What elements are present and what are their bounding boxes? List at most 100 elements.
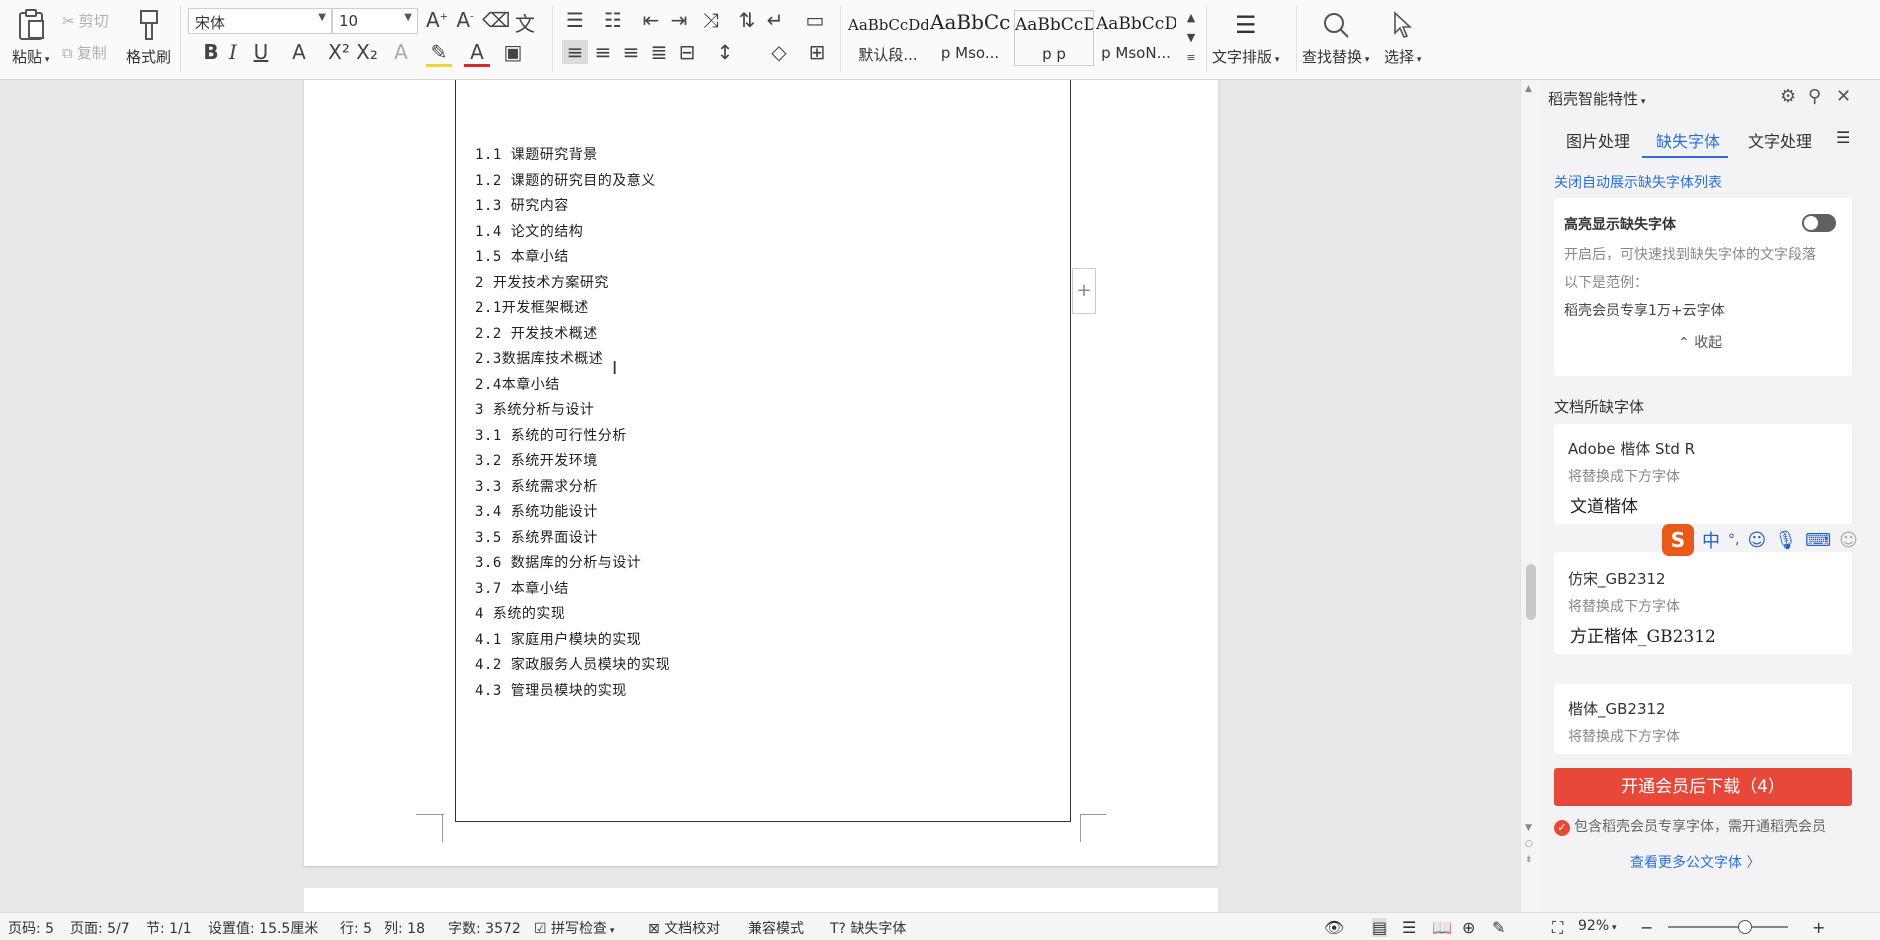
- toc-entry[interactable]: 3.7 本章小结: [475, 578, 569, 598]
- toc-entry[interactable]: 3 系统分析与设计: [475, 399, 594, 419]
- justify-icon[interactable]: ≣: [646, 40, 672, 64]
- style-scroll-icon[interactable]: ▲ ▼ ≡: [1178, 8, 1204, 68]
- outdent-icon[interactable]: ⇤: [638, 8, 664, 32]
- web-view-icon[interactable]: ⊕: [1462, 918, 1475, 937]
- user-icon[interactable]: ☺: [1839, 530, 1858, 551]
- row[interactable]: 行: 5: [340, 918, 372, 938]
- font-size-select[interactable]: 10 ▼: [332, 8, 418, 34]
- zoom-out-icon[interactable]: −: [1640, 918, 1653, 937]
- toc-entry[interactable]: 1.1 课题研究背景: [475, 144, 598, 164]
- indent-icon[interactable]: ⇥: [666, 8, 692, 32]
- toc-entry[interactable]: 2.1开发框架概述: [475, 297, 589, 317]
- settings-icon[interactable]: ⚙: [1780, 86, 1796, 107]
- zoom-slider-track[interactable]: [1668, 926, 1788, 928]
- page-count[interactable]: 页面: 5/7: [70, 918, 130, 938]
- scrollbar-thumb[interactable]: [1526, 564, 1536, 620]
- toc-entry[interactable]: 3.4 系统功能设计: [475, 501, 598, 521]
- add-paragraph-button[interactable]: +: [1072, 268, 1096, 314]
- outline-view-icon[interactable]: ☰: [1402, 918, 1416, 937]
- more-fonts-link[interactable]: 查看更多公文字体 〉: [1630, 852, 1760, 872]
- style-p[interactable]: AaBbCcDd p p: [1014, 10, 1094, 66]
- distribute-icon[interactable]: ⊟: [674, 40, 700, 64]
- toc-entry[interactable]: 2.4本章小结: [475, 374, 560, 394]
- document-page[interactable]: 1.1 课题研究背景 1.2 课题的研究目的及意义 1.3 研究内容 1.4 论文的结…: [304, 80, 1218, 866]
- ime-toolbar[interactable]: S 中 °, ☺ 🎙 ⌨ ☺: [1662, 522, 1880, 558]
- superscript-icon[interactable]: X²: [326, 40, 352, 64]
- numbered-list-icon[interactable]: ☷: [600, 8, 626, 32]
- eye-protection-icon[interactable]: 👁: [1324, 918, 1344, 937]
- text-layout-button[interactable]: ☰ 文字排版 ▾: [1212, 8, 1279, 67]
- align-right-icon[interactable]: ≡: [618, 40, 644, 64]
- font-card[interactable]: Adobe 楷体 Std R 将替换成下方字体 文道楷体: [1554, 424, 1852, 524]
- download-member-button[interactable]: 开通会员后下载（4）: [1554, 768, 1852, 806]
- read-view-icon[interactable]: 📖: [1432, 918, 1452, 937]
- toc-entry[interactable]: 3.2 系统开发环境: [475, 450, 598, 470]
- page-number[interactable]: 页码: 5: [8, 918, 54, 938]
- toc-entry[interactable]: 1.4 论文的结构: [475, 221, 583, 241]
- fit-page-icon[interactable]: ⛶: [1552, 918, 1563, 938]
- ruler-icon[interactable]: ▭: [802, 8, 828, 32]
- toc-entry[interactable]: 1.3 研究内容: [475, 195, 569, 215]
- style-msonormal[interactable]: AaBbCcDd p MsoN...: [1096, 10, 1176, 66]
- collapse-button[interactable]: ⌃ 收起: [1678, 332, 1722, 352]
- toc-entry[interactable]: 4.1 家庭用户模块的实现: [475, 629, 641, 649]
- close-auto-show-link[interactable]: 关闭自动展示缺失字体列表: [1554, 172, 1722, 192]
- toc-entry[interactable]: 2.3数据库技术概述: [475, 348, 603, 368]
- shading-icon[interactable]: ◇: [766, 40, 792, 64]
- underline-icon[interactable]: U: [248, 40, 274, 64]
- menu-icon[interactable]: ☰: [1836, 128, 1850, 147]
- select-button[interactable]: 选择 ▾: [1384, 8, 1421, 67]
- clear-format-icon[interactable]: ⌫: [482, 8, 510, 32]
- document-area[interactable]: 1.1 课题研究背景 1.2 课题的研究目的及意义 1.3 研究内容 1.4 论文的结…: [0, 80, 1520, 912]
- toc-entry[interactable]: 3.3 系统需求分析: [475, 476, 598, 496]
- align-center-icon[interactable]: ≡: [590, 40, 616, 64]
- zoom-slider-knob[interactable]: [1738, 920, 1752, 934]
- write-mode-icon[interactable]: ✎: [1492, 918, 1505, 937]
- borders-icon[interactable]: ⊞: [804, 40, 830, 64]
- italic-icon[interactable]: I: [220, 40, 246, 64]
- toc-entry[interactable]: 2 开发技术方案研究: [475, 272, 609, 292]
- toc-entry[interactable]: 4 系统的实现: [475, 603, 565, 623]
- microphone-icon[interactable]: 🎙: [1774, 530, 1797, 551]
- keyboard-icon[interactable]: ⌨: [1805, 530, 1831, 551]
- emoji-icon[interactable]: ☺: [1747, 530, 1766, 551]
- toc-entry[interactable]: 3.1 系统的可行性分析: [475, 425, 627, 445]
- missing-font-button[interactable]: T? 缺失字体: [830, 918, 906, 938]
- ime-mode-chinese[interactable]: 中: [1702, 527, 1720, 553]
- show-marks-icon[interactable]: ↵: [762, 8, 788, 32]
- doc-proof-button[interactable]: ⊠ 文档校对: [648, 918, 720, 938]
- highlight-icon[interactable]: ✎: [426, 40, 452, 67]
- zoom-level[interactable]: 92% ▾: [1578, 918, 1617, 934]
- toc-entry[interactable]: 1.2 课题的研究目的及意义: [475, 170, 656, 190]
- tab-text-processing[interactable]: 文字处理: [1748, 128, 1812, 152]
- document-scrollbar[interactable]: ▲ ▼ ○ ⇟: [1520, 80, 1540, 912]
- toc-entry[interactable]: 3.6 数据库的分析与设计: [475, 552, 641, 572]
- copy-button[interactable]: ⧉ 复制: [62, 42, 107, 63]
- char-border-icon[interactable]: ▣: [500, 40, 526, 64]
- shrink-font-icon[interactable]: A-: [452, 8, 478, 32]
- page-nav-icons[interactable]: ▼ ○ ⇟: [1525, 820, 1533, 868]
- toc-entry[interactable]: 3.5 系统界面设计: [475, 527, 598, 547]
- section[interactable]: 节: 1/1: [146, 918, 192, 938]
- align-left-icon[interactable]: ≡: [562, 40, 588, 64]
- panel-title[interactable]: 稻壳智能特性 ▾: [1548, 88, 1645, 109]
- scroll-up-icon[interactable]: ▲: [1525, 84, 1532, 94]
- close-icon[interactable]: ✕: [1836, 86, 1851, 107]
- tab-missing-fonts[interactable]: 缺失字体: [1656, 128, 1720, 152]
- line-spacing-icon[interactable]: ↕: [712, 40, 738, 64]
- text-shadow-icon[interactable]: A: [388, 40, 414, 64]
- phonetic-icon[interactable]: 文: [512, 8, 538, 37]
- font-card[interactable]: 楷体_GB2312 将替换成下方字体: [1554, 684, 1852, 754]
- pin-icon[interactable]: ⚲: [1808, 86, 1821, 107]
- bullet-list-icon[interactable]: ☰: [562, 8, 588, 32]
- sort-icon[interactable]: ⇅: [734, 8, 760, 32]
- cut-button[interactable]: ✂ 剪切: [62, 10, 109, 31]
- word-count[interactable]: 字数: 3572: [448, 918, 521, 938]
- font-card[interactable]: 仿宋_GB2312 将替换成下方字体 方正楷体_GB2312: [1554, 552, 1852, 654]
- paste-button[interactable]: 粘贴 ▾: [12, 8, 49, 67]
- style-default[interactable]: AaBbCcDd 默认段...: [848, 10, 928, 66]
- find-replace-button[interactable]: 查找替换 ▾: [1302, 8, 1369, 67]
- page-view-icon[interactable]: ▤: [1372, 918, 1388, 937]
- zoom-in-icon[interactable]: +: [1812, 918, 1825, 937]
- text-effect-icon[interactable]: A: [286, 40, 312, 64]
